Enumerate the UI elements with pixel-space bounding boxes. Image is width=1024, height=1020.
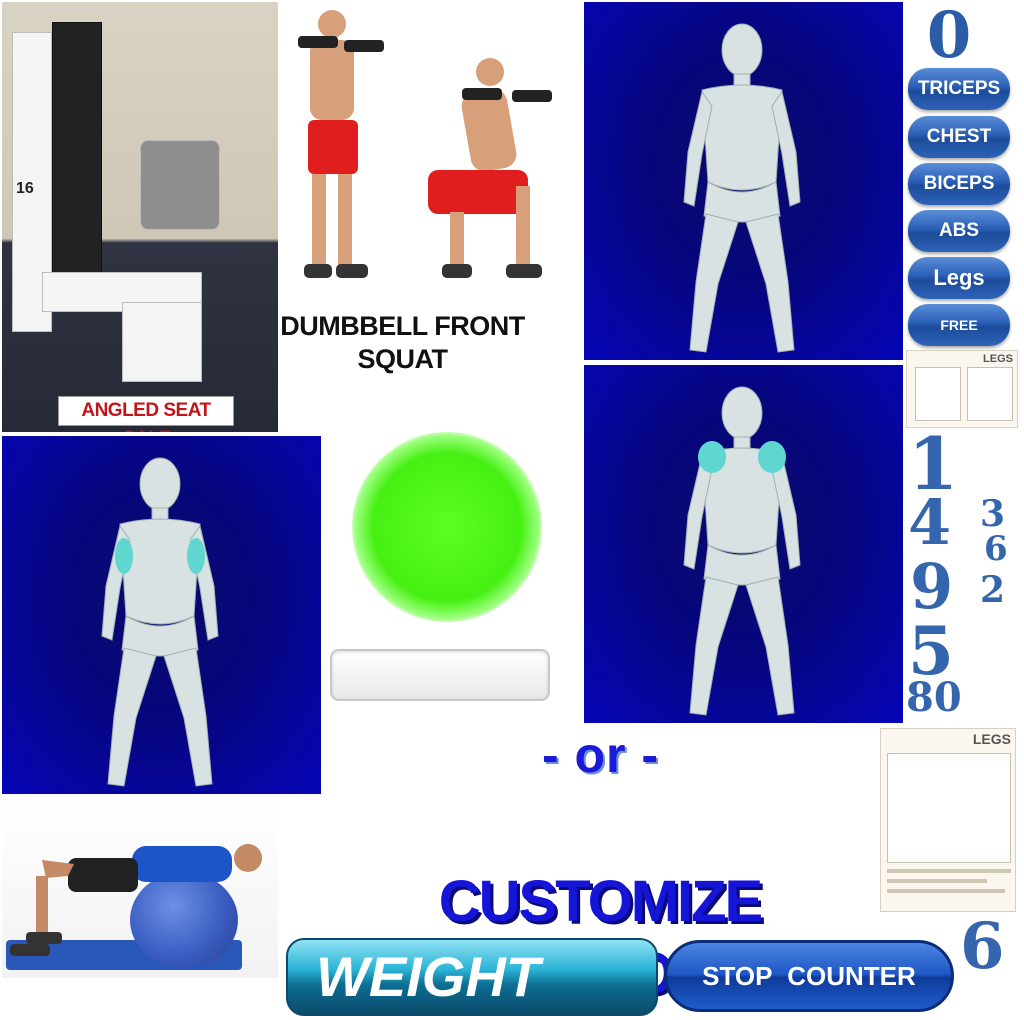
counter-digit-6-bottom: 6 [960,909,1005,984]
squat-caption-line1: DUMBBELL FRONT [280,311,525,341]
or-separator: - or - [541,727,660,783]
chart-text-line [887,879,987,883]
legs-chart-thumb-title: LEGS [983,353,1013,365]
free-weights-button[interactable]: FREE WEIGHTS [908,304,1010,375]
counter-digit-3: 3 [980,493,1006,535]
body-model-neutral[interactable] [584,2,903,360]
watermark [4,985,204,1015]
left-shoulder-highlight [698,441,726,473]
counter-digit-4: 4 [908,486,952,559]
body-figure-biceps [101,457,219,787]
right-biceps-highlight [187,538,205,574]
counter-digit-9: 9 [910,550,954,623]
weight-button[interactable]: WEIGHT [286,938,658,1016]
legs-chart-title: LEGS [972,731,1011,747]
seat-pad [140,140,220,230]
machine-label: ANGLED SEAT CALF [58,396,234,432]
chart-illustration [887,753,1011,863]
angled-seat-calf-photo: 16 ANGLED SEAT CALF [2,2,278,432]
triceps-button[interactable]: TRICEPS [908,68,1010,110]
body-model-shoulders[interactable] [584,365,903,723]
dumbbell-front-squat-photo: DUMBBELL FRONT SQUAT [280,2,580,402]
person-figure [10,844,262,956]
squat-caption: DUMBBELL FRONT SQUAT [280,310,525,376]
squat-figures [298,10,552,278]
count-input[interactable] [330,649,550,701]
counter-zero: 0 [926,0,972,73]
chart-thumb-image-left [915,367,961,421]
legs-chart-thumbnail[interactable]: LEGS [906,350,1018,428]
chart-text-line [887,869,1011,873]
counter-digit-80: 80 [906,674,962,721]
biceps-button[interactable]: BICEPS [908,163,1010,205]
right-shoulder-highlight [758,441,786,473]
stop-counter-button[interactable]: STOP COUNTER [664,940,954,1012]
angled-seated-calf-chart[interactable]: LEGS [880,728,1016,912]
counter-digit-6: 6 [984,529,1008,569]
legs-button[interactable]: Legs [908,257,1010,299]
chart-thumb-image-right [967,367,1013,421]
body-figure [683,23,801,353]
counter-digit-2: 2 [980,569,1006,611]
exercise-ball-photo [2,798,278,978]
chart-text-line [887,889,1005,893]
abs-button[interactable]: ABS [908,210,1010,252]
chest-button[interactable]: CHEST [908,116,1010,158]
squat-caption-line2: SQUAT [357,344,449,374]
status-indicator [352,432,542,622]
body-model-biceps[interactable] [2,436,321,794]
body-figure-shoulders [683,386,801,716]
left-biceps-highlight [115,538,133,574]
weight-stack [52,22,102,282]
foot-platform [122,302,202,382]
machine-number: 16 [16,180,34,197]
